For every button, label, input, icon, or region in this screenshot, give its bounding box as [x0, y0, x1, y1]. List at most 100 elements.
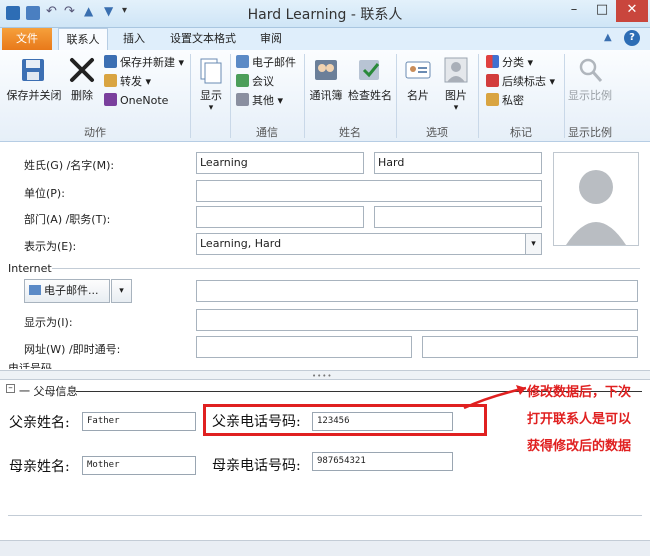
- other-button[interactable]: 其他 ▾: [236, 92, 283, 110]
- zoom-button[interactable]: 显示比例: [566, 56, 614, 103]
- display-as-dropdown-icon[interactable]: ▾: [525, 233, 542, 255]
- email-display-label: 显示为(I):: [24, 316, 73, 329]
- display-as-label: 表示为(E):: [24, 240, 77, 253]
- address-book-icon: [315, 60, 337, 80]
- tab-file[interactable]: 文件: [2, 28, 52, 50]
- group-label-tags: 标记: [510, 126, 532, 139]
- annotation-line-3: 获得修改后的数据: [527, 439, 632, 454]
- save-close-button[interactable]: 保存并关闭: [4, 56, 64, 103]
- email-type-button[interactable]: 电子邮件...: [24, 279, 110, 303]
- show-label: 显示: [200, 89, 222, 102]
- email-input[interactable]: [196, 280, 638, 302]
- picture-label: 图片: [445, 89, 467, 102]
- business-card-icon: [405, 61, 431, 79]
- display-as-input[interactable]: Learning, Hard: [196, 233, 526, 255]
- mother-phone-input[interactable]: 987654321: [312, 452, 453, 471]
- group-label-zoom: 显示比例: [568, 126, 612, 139]
- envelope-icon: [29, 285, 41, 295]
- picture-button[interactable]: 图片 ▾: [438, 56, 474, 113]
- private-button[interactable]: 私密: [486, 92, 524, 110]
- status-bar: [0, 540, 650, 556]
- picture-icon: [444, 57, 468, 83]
- group-label-options: 选项: [426, 126, 448, 139]
- minimize-icon[interactable]: –: [560, 0, 588, 22]
- email-type-label: 电子邮件...: [44, 284, 99, 297]
- save-close-label: 保存并关闭: [6, 89, 62, 102]
- splitter-grip-icon: ••••: [312, 372, 333, 380]
- private-label: 私密: [502, 94, 524, 107]
- annotation-line-2: 打开联系人是可以: [527, 412, 632, 427]
- mother-name-label: 母亲姓名:: [9, 459, 70, 475]
- categorize-icon: [486, 55, 499, 68]
- save-new-label: 保存并新建: [120, 56, 175, 69]
- onenote-button[interactable]: OneNote: [104, 92, 168, 110]
- company-label: 单位(P):: [24, 187, 65, 200]
- pane-splitter[interactable]: ••••: [0, 370, 650, 380]
- maximize-icon[interactable]: □: [588, 0, 616, 22]
- group-label-names: 姓名: [339, 126, 361, 139]
- father-phone-input[interactable]: 123456: [312, 412, 453, 431]
- check-names-icon: [359, 60, 380, 80]
- show-dropdown-icon: ▾: [208, 103, 214, 113]
- other-icon: [236, 93, 249, 106]
- address-book-label: 通讯簿: [309, 89, 343, 102]
- show-button[interactable]: 显示 ▾: [194, 56, 228, 113]
- categorize-button[interactable]: 分类 ▾: [486, 54, 533, 72]
- magnifier-icon: [579, 58, 603, 82]
- web-label: 网址(W) /即时通号:: [24, 343, 121, 356]
- email-type-dropdown-icon[interactable]: ▾: [111, 279, 132, 303]
- forward-button[interactable]: 转发 ▾: [104, 73, 151, 91]
- tab-review[interactable]: 审阅: [250, 28, 292, 50]
- forward-label: 转发: [120, 75, 142, 88]
- address-book-button[interactable]: 通讯簿: [306, 56, 346, 103]
- save-new-button[interactable]: 保存并新建 ▾: [104, 54, 184, 72]
- group-label-communicate: 通信: [256, 126, 278, 139]
- title-bar: ↶ ↷ ▲ ▼ ▾ Hard Learning - 联系人 – □ ✕: [0, 0, 650, 28]
- first-name-input[interactable]: Hard: [374, 152, 542, 174]
- collapse-ribbon-icon[interactable]: ▲: [604, 32, 612, 43]
- last-name-input[interactable]: Learning: [196, 152, 364, 174]
- father-phone-label: 父亲电话号码:: [212, 414, 301, 430]
- tab-contact[interactable]: 联系人: [58, 28, 108, 50]
- contact-photo[interactable]: [553, 152, 639, 246]
- annotation-line-1: 修改数据后，下次: [527, 385, 632, 400]
- name-label: 姓氏(G) /名字(M):: [24, 159, 115, 172]
- department-input[interactable]: [196, 206, 364, 228]
- onenote-label: OneNote: [120, 94, 169, 107]
- followup-button[interactable]: 后续标志 ▾: [486, 73, 555, 91]
- card-label: 名片: [407, 89, 429, 102]
- father-name-label: 父亲姓名:: [9, 415, 70, 431]
- meeting-label: 会议: [252, 75, 274, 88]
- delete-icon: [70, 58, 94, 82]
- delete-button[interactable]: 删除: [66, 56, 98, 103]
- divider: [52, 268, 640, 269]
- delete-label: 删除: [71, 89, 93, 102]
- person-silhouette-icon: [566, 170, 626, 245]
- web-input[interactable]: [196, 336, 412, 358]
- onenote-icon: [104, 93, 117, 106]
- card-button[interactable]: 名片: [400, 56, 436, 103]
- check-names-button[interactable]: 检查姓名: [346, 56, 394, 103]
- email-display-input[interactable]: [196, 309, 638, 331]
- im-input[interactable]: [422, 336, 638, 358]
- help-icon[interactable]: ?: [624, 30, 640, 46]
- department-label: 部门(A) /职务(T):: [24, 213, 111, 226]
- meeting-button[interactable]: 会议: [236, 73, 274, 91]
- mother-name-input[interactable]: Mother: [82, 456, 196, 475]
- flag-icon: [486, 74, 499, 87]
- collapse-section-icon[interactable]: –: [6, 384, 15, 393]
- parents-section-header: 一 父母信息: [19, 385, 78, 398]
- company-input[interactable]: [196, 180, 542, 202]
- father-name-input[interactable]: Father: [82, 412, 196, 431]
- save-close-icon: [22, 59, 44, 81]
- close-icon[interactable]: ✕: [616, 0, 648, 22]
- forward-icon: [104, 74, 117, 87]
- tab-insert[interactable]: 插入: [112, 28, 156, 50]
- email-button[interactable]: 电子邮件: [236, 54, 296, 72]
- check-names-label: 检查姓名: [348, 89, 392, 102]
- envelope-icon: [236, 55, 249, 68]
- tab-format-text[interactable]: 设置文本格式: [162, 28, 244, 50]
- email-label: 电子邮件: [252, 56, 296, 69]
- job-title-input[interactable]: [374, 206, 542, 228]
- categorize-label: 分类: [502, 56, 524, 69]
